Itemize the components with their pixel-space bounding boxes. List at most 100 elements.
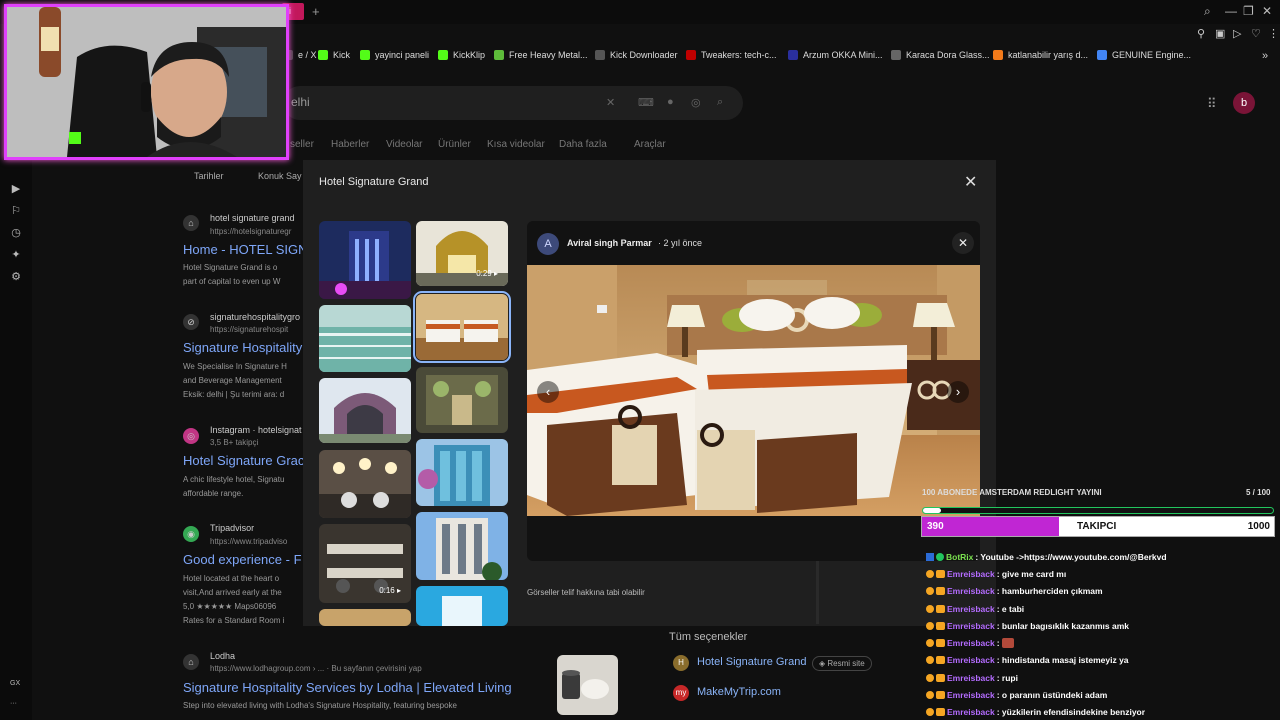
search-input[interactable]: elhi bbox=[291, 95, 310, 109]
thumbnail-floral-hall[interactable] bbox=[416, 367, 508, 433]
result-snippet: Eksik: delhi | Şu terimi ara: d bbox=[183, 390, 285, 399]
result-site[interactable]: hotel signature grand bbox=[210, 213, 300, 223]
thumbnail-glass-facade[interactable] bbox=[416, 439, 508, 506]
thumbnail-blue-building[interactable] bbox=[416, 586, 508, 626]
result-title[interactable]: Hotel Signature Grac bbox=[183, 453, 303, 468]
bookmark-item[interactable]: katlanabilir yarış d... bbox=[993, 50, 1088, 60]
subscriber-badge-icon bbox=[926, 569, 934, 578]
chat-username[interactable]: Emreisback bbox=[947, 569, 995, 579]
thumbnail-hotel-night[interactable] bbox=[319, 221, 411, 299]
thumbnail-lobby[interactable] bbox=[319, 609, 411, 626]
keyboard-icon[interactable]: ⌨ bbox=[638, 96, 654, 109]
result-title[interactable]: Good experience - F bbox=[183, 552, 303, 567]
follower-goal-bar: 390 TAKIPCI 1000 bbox=[921, 516, 1275, 537]
chat-username[interactable]: Emreisback bbox=[947, 604, 995, 614]
thumbnail-flower-arch[interactable] bbox=[319, 378, 411, 443]
bookmark-item[interactable]: Kick Downloader bbox=[595, 50, 678, 60]
more-menu-icon[interactable]: ⋮ bbox=[1268, 27, 1279, 40]
nav-more[interactable]: Daha fazla bbox=[559, 139, 607, 150]
pin-sidebar-icon[interactable]: ⚐ bbox=[9, 204, 23, 218]
snapshot-icon[interactable]: ▣ bbox=[1215, 27, 1225, 40]
bookmark-item[interactable]: Arzum OKKA Mini... bbox=[788, 50, 883, 60]
thumbnail-entrance-video[interactable]: 0:29 ▸ bbox=[416, 221, 508, 286]
next-image-icon[interactable]: › bbox=[947, 381, 969, 403]
hotel-bedroom-photo[interactable] bbox=[527, 265, 980, 516]
bookmark-item[interactable]: yayinci paneli bbox=[360, 50, 429, 60]
filter-guests[interactable]: Konuk Say bbox=[258, 171, 302, 181]
coffee-cup-thumbnail[interactable] bbox=[557, 655, 618, 715]
sidebar-more-icon[interactable]: ··· bbox=[10, 700, 17, 707]
apps-grid-icon[interactable]: ⠿ bbox=[1207, 96, 1217, 112]
chat-username[interactable]: Emreisback bbox=[947, 673, 995, 683]
minimize-icon[interactable]: — bbox=[1225, 4, 1237, 18]
bookmark-item[interactable]: Kick bbox=[318, 50, 350, 60]
nav-tools[interactable]: Araçlar bbox=[634, 139, 666, 150]
nav-news[interactable]: Haberler bbox=[331, 139, 369, 150]
chat-username[interactable]: Emreisback bbox=[947, 621, 995, 631]
chat-username[interactable]: Emreisback bbox=[947, 638, 995, 648]
result-title[interactable]: Signature Hospitality Services by Lodha … bbox=[183, 680, 543, 695]
result-site[interactable]: signaturehospitalitygro bbox=[210, 312, 302, 322]
clear-search-icon[interactable]: ✕ bbox=[606, 96, 615, 109]
bot-badge-icon bbox=[926, 552, 934, 561]
result-site[interactable]: Instagram · hotelsignat bbox=[210, 425, 302, 435]
bookmark-star-icon[interactable]: ⚲ bbox=[1197, 27, 1205, 40]
result-favicon: ⌂ bbox=[183, 215, 199, 231]
author-name[interactable]: Aviral singh Parmar bbox=[567, 238, 652, 248]
lens-icon[interactable]: ◎ bbox=[691, 96, 701, 109]
restore-icon[interactable]: ❐ bbox=[1243, 4, 1254, 18]
result-site[interactable]: Lodha bbox=[210, 651, 510, 661]
chat-username[interactable]: Emreisback bbox=[947, 586, 995, 596]
author-avatar[interactable]: A bbox=[537, 233, 559, 255]
modal-close-icon[interactable]: ✕ bbox=[964, 172, 977, 192]
chat-username[interactable]: Emreisback bbox=[947, 690, 995, 700]
bookmarks-overflow-icon[interactable]: » bbox=[1262, 50, 1268, 62]
chat-username[interactable]: BotRix bbox=[946, 552, 973, 562]
result-url[interactable]: https://www.lodhagroup.com › ... · Bu sa… bbox=[210, 664, 540, 673]
bookmark-item[interactable]: Tweakers: tech-c... bbox=[686, 50, 777, 60]
official-site-badge: ◈ Resmi site bbox=[812, 656, 872, 671]
gx-label[interactable]: GX bbox=[10, 680, 20, 687]
nav-short-videos[interactable]: Kısa videolar bbox=[487, 139, 545, 150]
chat-username[interactable]: Emreisback bbox=[947, 655, 995, 665]
search-icon[interactable]: ⌕ bbox=[717, 96, 723, 109]
previous-image-icon[interactable]: ‹ bbox=[537, 381, 559, 403]
filter-dates[interactable]: Tarihler bbox=[194, 171, 224, 181]
gift-badge-icon bbox=[936, 621, 945, 630]
bookmark-item[interactable]: GENUINE Engine... bbox=[1097, 50, 1191, 60]
extensions-sidebar-icon[interactable]: ✦ bbox=[9, 248, 23, 262]
search-box[interactable]: elhi ✕ ⌨ ● ◎ ⌕ bbox=[283, 86, 743, 120]
bookmark-item[interactable]: Karaca Dora Glass... bbox=[891, 50, 990, 60]
account-avatar[interactable]: b bbox=[1233, 92, 1255, 114]
result-title[interactable]: Signature Hospitality bbox=[183, 340, 303, 355]
bookmark-item[interactable]: Free Heavy Metal... bbox=[494, 50, 588, 60]
chat-username[interactable]: Emreisback bbox=[947, 707, 995, 717]
result-snippet: We Specialise In Signature H bbox=[183, 362, 287, 371]
viewer-close-icon[interactable]: ✕ bbox=[952, 232, 974, 254]
result-title[interactable]: Home - HOTEL SIGN bbox=[183, 242, 303, 257]
thumbnail-restaurant[interactable] bbox=[319, 450, 411, 518]
thumbnail-rooftop-pool[interactable] bbox=[319, 305, 411, 372]
mic-icon[interactable]: ● bbox=[667, 96, 674, 108]
thumbnail-tower-exterior[interactable] bbox=[416, 512, 508, 580]
bookmark-item[interactable]: KickKlip bbox=[438, 50, 485, 60]
player-sidebar-icon[interactable]: ▶ bbox=[9, 182, 23, 196]
thumbnail-bedroom-selected[interactable] bbox=[413, 291, 511, 363]
option-hotel-signature-grand[interactable]: Hotel Signature Grand bbox=[697, 656, 806, 668]
nav-videos[interactable]: Videolar bbox=[386, 139, 423, 150]
player-icon[interactable]: ▷ bbox=[1233, 27, 1241, 40]
result-url[interactable]: https://signaturehospit bbox=[210, 325, 302, 334]
nav-sellers[interactable]: seller bbox=[290, 139, 314, 150]
history-sidebar-icon[interactable]: ◷ bbox=[9, 226, 23, 240]
result-url[interactable]: https://www.tripadviso bbox=[210, 537, 302, 546]
nav-products[interactable]: Ürünler bbox=[438, 139, 471, 150]
heart-icon[interactable]: ♡ bbox=[1251, 27, 1261, 40]
close-window-icon[interactable]: ✕ bbox=[1262, 4, 1272, 18]
result-url[interactable]: https://hotelsignaturegr bbox=[210, 227, 302, 236]
result-site[interactable]: Tripadvisor bbox=[210, 523, 302, 533]
search-tabs-icon[interactable]: ⌕ bbox=[1204, 4, 1211, 19]
thumbnail-dining-video[interactable]: 0:16 ▸ bbox=[319, 524, 411, 603]
settings-sidebar-icon[interactable]: ⚙ bbox=[9, 270, 23, 284]
new-tab-button[interactable]: + bbox=[312, 4, 320, 19]
option-makemytrip[interactable]: MakeMyTrip.com bbox=[697, 686, 781, 698]
